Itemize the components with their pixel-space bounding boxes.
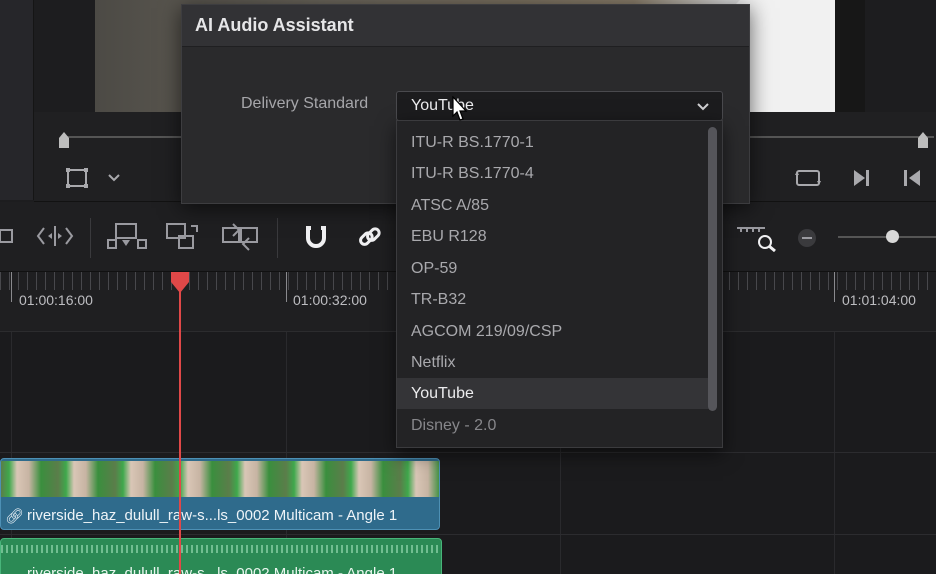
chevron-down-icon[interactable] — [107, 172, 121, 184]
link-icon: 🔗︎ — [5, 508, 25, 525]
zoom-slider-handle[interactable] — [886, 230, 899, 243]
dropdown-option[interactable]: ATSC A/85 — [397, 190, 710, 221]
ruler-major-tick — [834, 272, 835, 302]
dropdown-option[interactable]: Netflix — [397, 347, 710, 378]
dialog-titlebar[interactable]: AI Audio Assistant — [182, 5, 749, 47]
video-clip[interactable]: 🔗︎ riverside_haz_dulull_raw-s...ls_0002 … — [0, 458, 440, 530]
dropdown-option[interactable]: EBU R128 — [397, 221, 710, 252]
transform-icon[interactable] — [65, 167, 89, 189]
trim-icon[interactable] — [0, 226, 14, 246]
timecode-label: 01:00:32:00 — [293, 292, 367, 308]
delivery-standard-dropdown: ITU-R BS.1770-1 ITU-R BS.1770-4 ATSC A/8… — [396, 120, 723, 448]
playhead-handle-icon[interactable] — [169, 272, 191, 294]
dropdown-option-selected[interactable]: YouTube — [397, 378, 710, 409]
zoom-detail-icon[interactable] — [735, 222, 777, 252]
replace-clip-icon[interactable] — [219, 222, 263, 252]
go-to-start-icon[interactable] — [902, 168, 922, 188]
dropdown-option[interactable]: OP-59 — [397, 253, 710, 284]
timecode-label: 01:01:04:00 — [842, 292, 916, 308]
ruler-major-tick — [11, 272, 12, 302]
audio-clip[interactable]: riverside_haz_dulull_raw-s...ls_0002 Mul… — [0, 538, 442, 574]
audio-clip-label: riverside_haz_dulull_raw-s...ls_0002 Mul… — [27, 565, 398, 574]
playhead-line — [179, 288, 181, 574]
dropdown-option[interactable]: AGCOM 219/09/CSP — [397, 316, 710, 347]
toolbar-separator — [277, 218, 278, 258]
insert-clip-icon[interactable] — [106, 222, 148, 252]
audio-waveform — [1, 545, 441, 553]
zoom-out-icon[interactable] — [797, 228, 817, 248]
chevron-down-icon — [697, 103, 709, 111]
track-divider — [0, 534, 936, 535]
clip-thumbnails — [1, 461, 439, 497]
dropdown-scrollbar[interactable] — [708, 127, 717, 411]
overwrite-clip-icon[interactable] — [165, 222, 201, 252]
linked-selection-icon[interactable] — [356, 224, 384, 252]
dropdown-option[interactable]: ITU-R BS.1770-1 — [397, 127, 710, 158]
dynamic-trim-icon[interactable] — [36, 224, 74, 248]
track-divider — [0, 452, 936, 453]
dropdown-option[interactable]: Disney - 2.0 — [397, 410, 710, 441]
grid-line — [834, 332, 835, 574]
delivery-standard-select[interactable]: YouTube — [396, 91, 723, 121]
dialog-title: AI Audio Assistant — [195, 15, 354, 35]
snapping-magnet-icon[interactable] — [302, 224, 330, 250]
delivery-standard-label: Delivery Standard — [241, 95, 369, 112]
video-frame-edge — [835, 0, 865, 112]
left-panel — [0, 0, 34, 200]
loop-icon[interactable] — [794, 167, 822, 189]
dropdown-option[interactable]: TR-B32 — [397, 284, 710, 315]
timecode-label: 01:00:16:00 — [19, 292, 93, 308]
app-root: 01:00:16:00 01:00:32:00 01:01:04:00 🔗︎ r… — [0, 0, 936, 574]
scrubber-out-handle-icon[interactable] — [918, 132, 928, 148]
video-clip-label: riverside_haz_dulull_raw-s...ls_0002 Mul… — [27, 507, 398, 524]
dropdown-option[interactable]: ITU-R BS.1770-4 — [397, 158, 710, 189]
scrubber-in-handle-icon[interactable] — [59, 132, 69, 148]
next-frame-icon[interactable] — [851, 168, 871, 188]
toolbar-separator — [90, 218, 91, 258]
mouse-cursor-icon — [452, 96, 468, 121]
ruler-major-tick — [286, 272, 287, 302]
